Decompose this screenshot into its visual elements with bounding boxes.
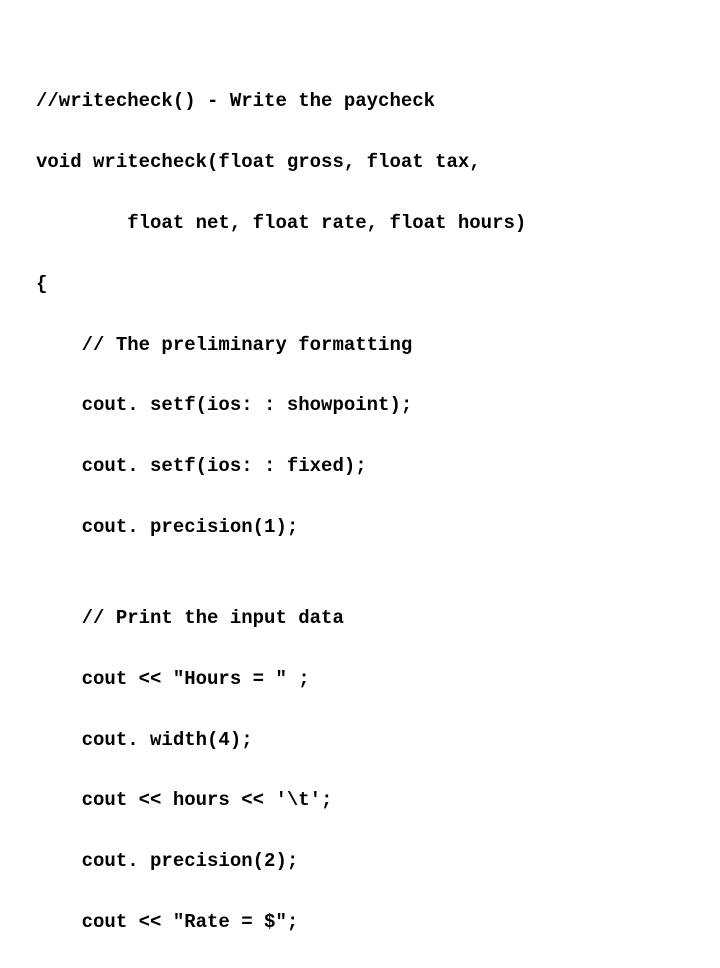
code-line: void writecheck(float gross, float tax, xyxy=(36,147,690,177)
code-line: cout << "Rate = $"; xyxy=(36,907,690,937)
code-line: cout << hours << '\t'; xyxy=(36,785,690,815)
code-line: // Print the input data xyxy=(36,603,690,633)
code-line: // The preliminary formatting xyxy=(36,330,690,360)
code-line: cout << "Hours = " ; xyxy=(36,664,690,694)
code-line: cout. setf(ios: : fixed); xyxy=(36,451,690,481)
code-line: cout. width(4); xyxy=(36,725,690,755)
code-line: { xyxy=(36,269,690,299)
code-line: float net, float rate, float hours) xyxy=(36,208,690,238)
code-block: //writecheck() - Write the paycheck void… xyxy=(0,0,720,968)
code-line: cout. precision(1); xyxy=(36,512,690,542)
code-line: //writecheck() - Write the paycheck xyxy=(36,86,690,116)
code-line: cout. precision(2); xyxy=(36,846,690,876)
code-line: cout. setf(ios: : showpoint); xyxy=(36,390,690,420)
